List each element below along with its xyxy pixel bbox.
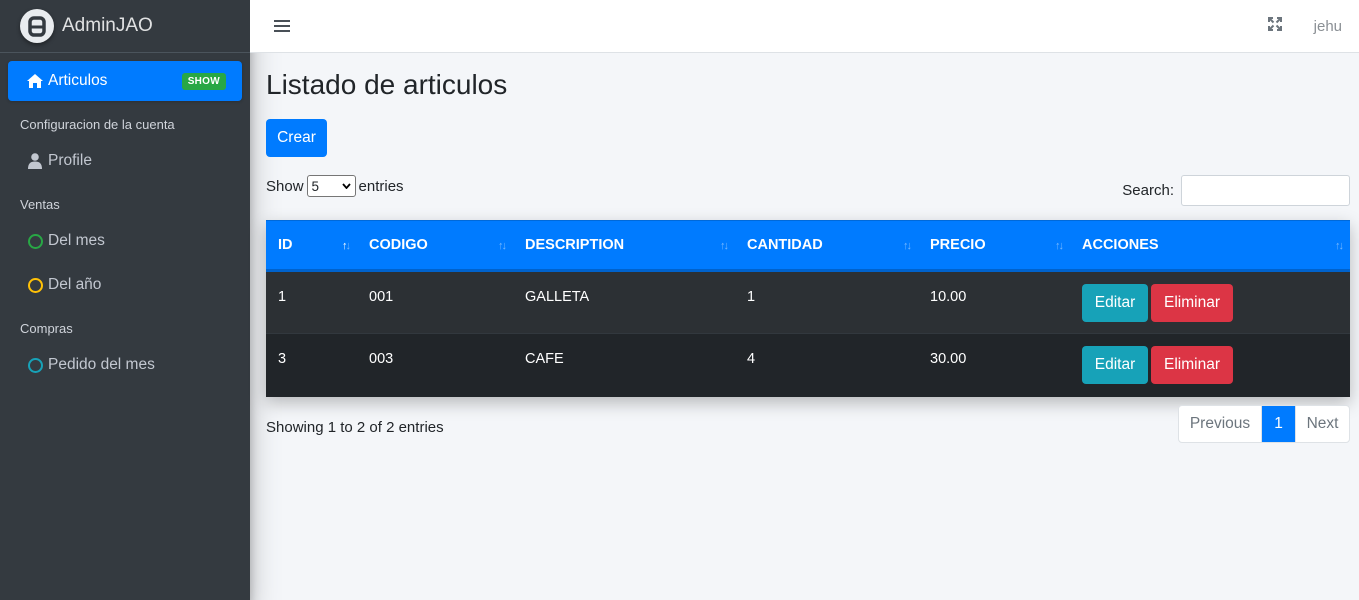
brand-name: AdminJAO [62,15,153,36]
delete-button[interactable]: Eliminar [1151,283,1233,322]
edit-button[interactable]: Editar [1082,346,1148,385]
table-row: 3 003 CAFE 4 30.00 Editar Eliminar [266,333,1350,397]
home-icon [24,73,46,89]
circle-icon [24,357,46,373]
edit-button[interactable]: Editar [1082,283,1148,322]
articles-table: ID ↑↓ CODIGO ↑↓ DESCRIPTION ↑↓ CANTIDAD ↑↓ P… [266,220,1350,397]
sidebar-item-label: Profile [48,152,92,169]
sidebar-item-label: Del año [48,276,102,293]
brand[interactable]: AdminJAO [0,0,250,53]
table-header-row: ID ↑↓ CODIGO ↑↓ DESCRIPTION ↑↓ CANTIDAD ↑↓ P… [266,220,1350,272]
cell-precio: 10.00 [930,288,967,305]
brand-logo-icon [20,9,54,43]
show-label: Show [266,177,304,195]
cell-description: CAFE [525,351,564,368]
column-header-cantidad[interactable]: CANTIDAD ↑↓ [735,220,918,272]
cell-cantidad: 1 [747,288,756,305]
search-input[interactable] [1181,175,1350,206]
sidebar-item-profile[interactable]: Profile [8,141,242,181]
sidebar-nav: Articulos SHOW Configuracion de la cuent… [0,53,250,385]
page-title: Listado de articulos [266,69,508,100]
column-header-codigo[interactable]: CODIGO ↑↓ [357,220,513,272]
section-header-compras: Compras [20,320,73,336]
sort-icon: ↑↓ [903,240,912,252]
table-row: 1 001 GALLETA 1 10.00 Editar Eliminar [266,270,1350,334]
sidebar-item-del-ano[interactable]: Del año [8,265,242,305]
sort-icon: ↑↓ [498,240,507,252]
search-label: Search: [1122,182,1174,199]
user-menu[interactable]: jehu [1314,18,1342,35]
column-header-description[interactable]: DESCRIPTION ↑↓ [513,220,735,272]
section-header-cuenta: Configuracion de la cuenta [20,116,175,132]
pagination: Previous 1 Next [1178,404,1350,443]
fullscreen-icon[interactable] [1267,16,1282,36]
sidebar-item-del-mes[interactable]: Del mes [8,221,242,261]
sort-asc-icon: ↑↓ [342,240,351,252]
main-content: Listado de articulos Crear Show 5 entrie… [266,53,1350,443]
length-control: Show 5 entries [266,173,404,197]
cell-precio: 30.00 [930,351,967,368]
cell-description: GALLETA [525,288,590,305]
section-header-ventas: Ventas [20,196,60,212]
page-1-button[interactable]: 1 [1262,405,1295,442]
table-footer: Showing 1 to 2 of 2 entries Previous 1 N… [266,404,1350,443]
circle-icon [24,277,46,293]
cell-id: 1 [278,288,287,305]
sidebar: AdminJAO Articulos SHOW Configuracion de… [0,0,250,600]
previous-page-button[interactable]: Previous [1179,405,1262,442]
sidebar-item-articulos[interactable]: Articulos SHOW [8,61,242,101]
column-header-id[interactable]: ID ↑↓ [266,220,357,272]
column-header-acciones[interactable]: ACCIONES ↑↓ [1070,220,1350,272]
column-header-precio[interactable]: PRECIO ↑↓ [918,220,1070,272]
create-button[interactable]: Crear [266,119,327,157]
user-icon [24,153,46,169]
menu-toggle-icon[interactable] [274,17,290,35]
sort-icon: ↑↓ [1055,240,1064,252]
entries-select[interactable]: 5 [306,175,356,197]
cell-codigo: 003 [369,351,394,368]
circle-icon [24,233,46,249]
sidebar-item-pedido-del-mes[interactable]: Pedido del mes [8,345,242,385]
entries-label: entries [358,177,404,195]
entries-select-value: 5 [311,178,320,194]
cell-cantidad: 4 [747,351,756,368]
table-info: Showing 1 to 2 of 2 entries [266,419,444,436]
search-control: Search: [1122,175,1350,206]
cell-actions: Editar Eliminar [1070,271,1350,334]
cell-id: 3 [278,351,287,368]
chevron-down-icon [341,183,351,189]
sort-icon: ↑↓ [1335,240,1344,252]
sidebar-item-label: Pedido del mes [48,356,155,373]
next-page-button[interactable]: Next [1295,405,1349,442]
cell-actions: Editar Eliminar [1070,334,1350,397]
cell-codigo: 001 [369,288,394,305]
sort-icon: ↑↓ [720,240,729,252]
show-badge: SHOW [181,72,226,90]
sidebar-item-label: Articulos [48,72,108,89]
sidebar-item-label: Del mes [48,232,105,249]
top-navbar: jehu [250,0,1359,53]
delete-button[interactable]: Eliminar [1151,346,1233,385]
table-controls: Show 5 entries Search: [266,173,1350,206]
